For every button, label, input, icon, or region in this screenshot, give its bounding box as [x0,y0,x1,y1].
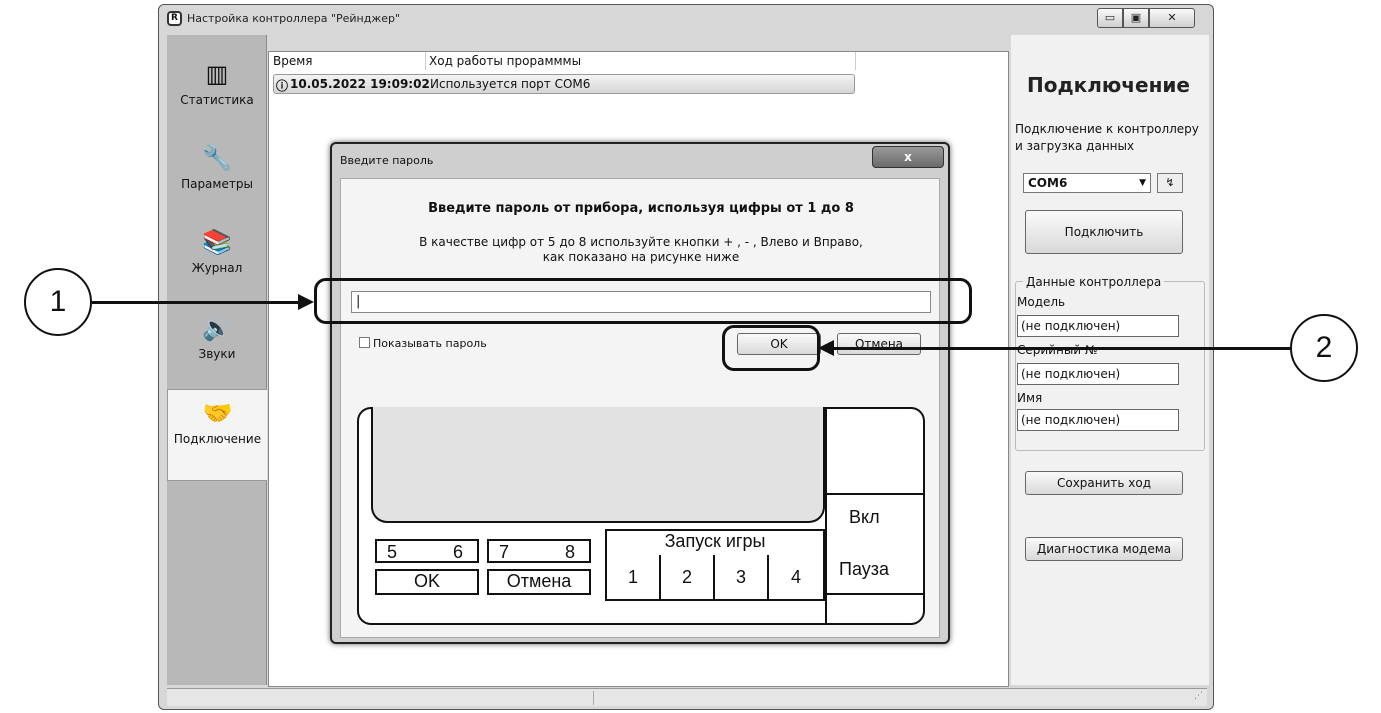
dialog-body: Введите пароль от прибора, используя циф… [340,178,940,638]
connection-panel: Подключение Подключение к контроллеру и … [1011,35,1209,685]
sidebar-item-label: Статистика [180,93,254,107]
device-key-3: 3 [715,555,769,599]
dialog-close-button[interactable]: x [872,146,944,168]
status-bar: ⋰ [167,688,1207,706]
device-key-6: 6 [453,542,464,562]
sidebar-item-label: Журнал [191,261,243,275]
log-time: 10.05.2022 19:09:02 [290,77,430,91]
dialog-hint: В качестве цифр от 5 до 8 используйте кн… [341,235,941,265]
minimize-button[interactable]: ▭ [1097,8,1123,28]
callout-2-arrow-line [830,347,1290,350]
callout-1-arrowhead [298,294,314,310]
device-key-cancel: Отмена [487,569,591,595]
log-header: Время Ход работы прорамммы [269,52,1008,70]
sidebar-item-statistics[interactable]: ▥ Статистика [167,51,267,131]
device-key-on: Вкл [849,507,880,527]
device-key-5: 5 [387,542,398,562]
panel-title: Подключение [1027,73,1190,97]
callout-1-arrow-line [92,301,304,304]
device-screen [371,407,825,523]
callout-2-arrowhead [818,340,834,356]
table-row[interactable]: ⓘ 10.05.2022 19:09:02 Используется порт … [273,74,855,94]
show-password-label: Показывать пароль [373,337,487,350]
device-start-game-block: Запуск игры 1 2 3 4 [605,529,825,601]
device-key-2: 2 [661,555,715,599]
chart-icon: ▥ [205,60,229,88]
callout-1: 1 [24,268,92,336]
sidebar-nav: ▥ Статистика 🔧 Параметры 📚 Журнал 🔊 Звук… [167,35,267,685]
serial-label: Серийный № [1017,343,1098,357]
column-header-progress[interactable]: Ход работы прорамммы [429,54,581,68]
wrench-icon: 🔧 [202,144,232,172]
sidebar-item-label: Звуки [198,347,236,361]
dialog-heading: Введите пароль от прибора, используя циф… [428,201,854,216]
resize-grip-icon[interactable]: ⋰ [1194,691,1203,701]
model-label: Модель [1017,295,1066,309]
panel-description: Подключение к контроллеру и загрузка дан… [1015,122,1199,153]
sidebar-item-connection[interactable]: 🤝 Подключение [167,389,267,481]
sidebar-item-parameters[interactable]: 🔧 Параметры [167,135,267,215]
port-select[interactable]: COM6 ▼ [1023,173,1151,193]
dialog-hint-line1: В качестве цифр от 5 до 8 используйте кн… [419,235,863,249]
speaker-icon: 🔊 [202,314,232,342]
group-title: Данные контроллера [1023,275,1165,289]
journal-icon: 📚 [202,228,232,256]
modem-diagnostics-button[interactable]: Диагностика модема [1025,537,1183,561]
handshake-icon: 🤝 [202,399,233,427]
device-key-8: 8 [565,542,576,562]
close-button[interactable]: ✕ [1149,8,1195,28]
password-input-highlight [314,278,972,324]
ok-button-highlight [722,325,820,371]
password-dialog: Введите пароль x Введите пароль от прибо… [330,142,950,644]
checkbox-box[interactable] [359,337,370,348]
column-header-time[interactable]: Время [273,54,313,68]
chevron-down-icon: ▼ [1139,178,1146,188]
log-message: Используется порт COM6 [430,77,591,91]
sidebar-item-journal[interactable]: 📚 Журнал [167,219,267,299]
port-select-value: COM6 [1028,176,1068,190]
sidebar-item-label: Подключение [173,432,262,446]
info-icon: ⓘ [276,79,289,93]
cancel-button[interactable]: Отмена [837,333,921,355]
dialog-title: Введите пароль [340,154,434,167]
device-key-5-6: 5 6 [375,539,479,563]
name-field: (не подключен) [1017,409,1179,431]
device-key-7: 7 [499,542,510,562]
device-key-7-8: 7 8 [487,539,591,563]
show-password-checkbox[interactable]: Показывать пароль [359,337,487,350]
save-progress-button[interactable]: Сохранить ход [1025,471,1183,495]
sidebar-item-label: Параметры [181,177,253,191]
callout-2: 2 [1290,314,1358,382]
maximize-button[interactable]: ▣ [1123,8,1149,28]
device-illustration: Вкл Пауза 5 6 7 8 OK Отмена Запуск игры … [357,407,925,625]
sidebar-item-sounds[interactable]: 🔊 Звуки [167,305,267,385]
model-field: (не подключен) [1017,315,1179,337]
connect-button[interactable]: Подключить [1025,210,1183,254]
window-title: Настройка контроллера "Рейнджер" [187,12,401,25]
dialog-hint-line2: как показано на рисунке ниже [542,250,740,264]
device-key-ok: OK [375,569,479,595]
refresh-icon: ↯ [1165,176,1175,189]
app-icon: R [167,11,182,26]
serial-field: (не подключен) [1017,363,1179,385]
device-key-4: 4 [790,567,801,587]
device-key-pause: Пауза [839,559,890,579]
name-label: Имя [1017,391,1043,405]
device-key-1: 1 [607,555,661,599]
device-start-game-label: Запуск игры [664,531,766,551]
title-bar: R Настройка контроллера "Рейнджер" ▭ ▣ ✕ [159,5,1213,33]
refresh-ports-button[interactable]: ↯ [1157,173,1183,193]
